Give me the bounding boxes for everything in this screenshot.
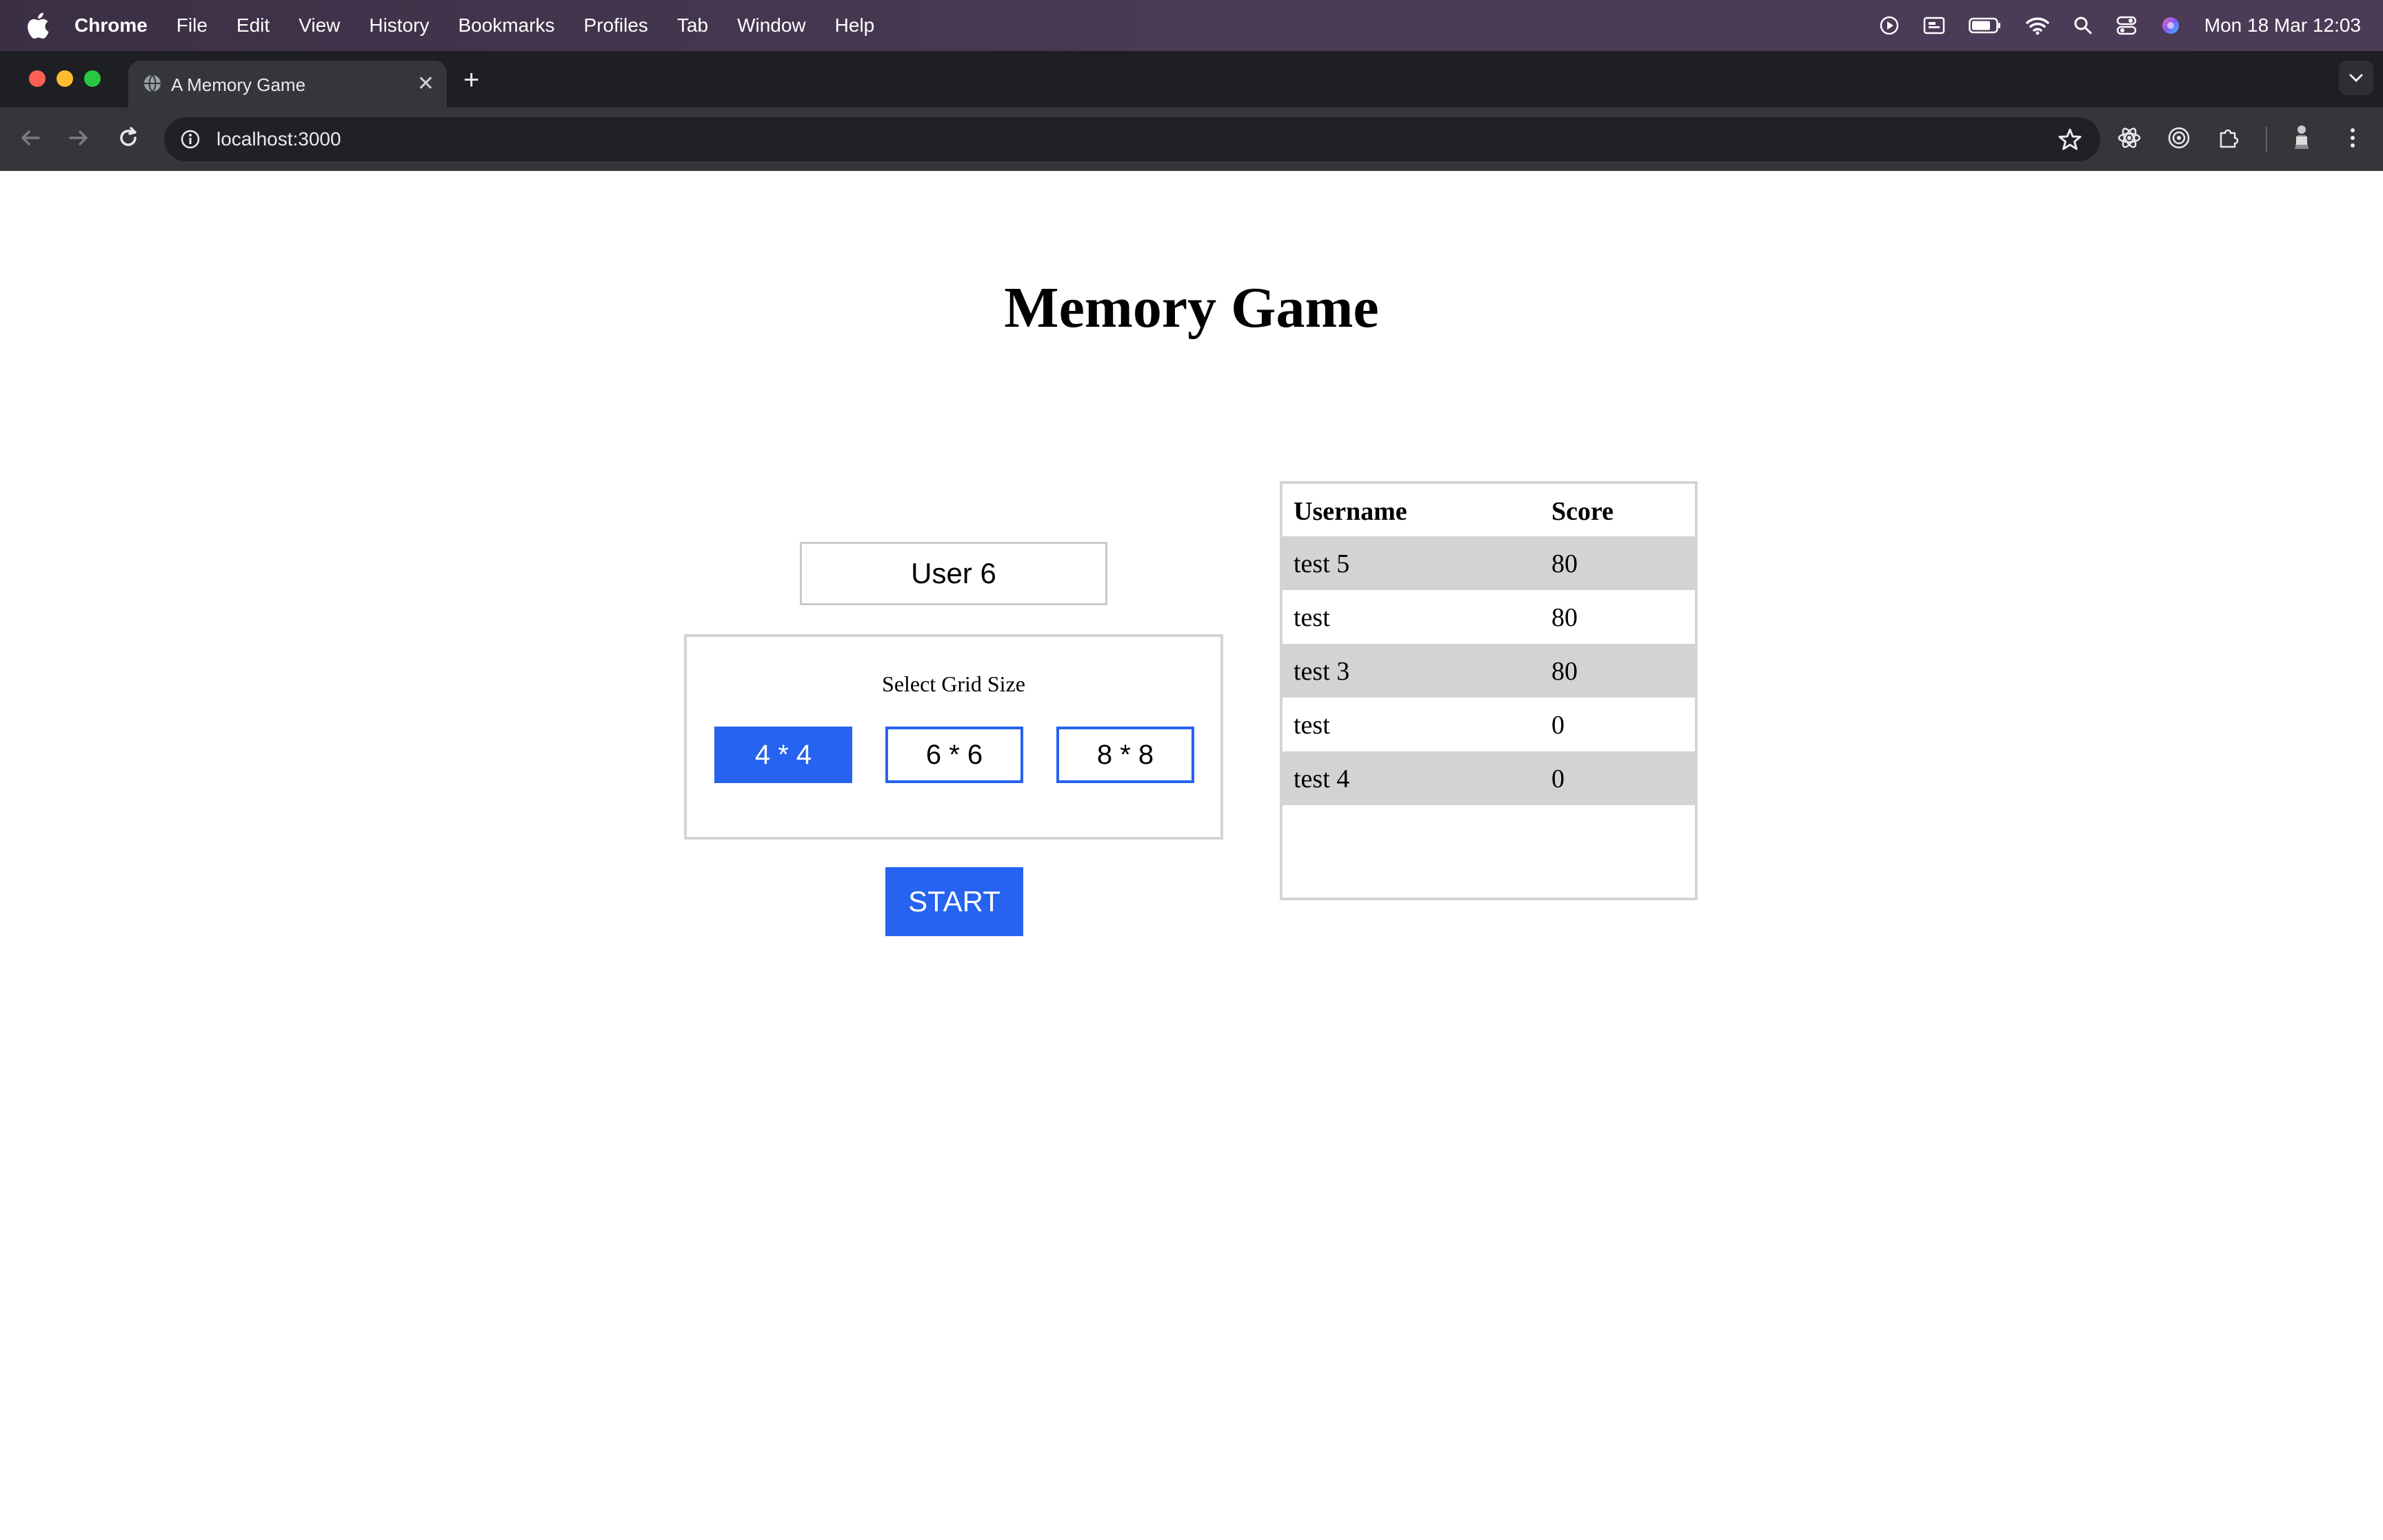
menu-view[interactable]: View bbox=[299, 14, 340, 37]
siri-icon[interactable] bbox=[2160, 15, 2181, 36]
window-close-button[interactable] bbox=[29, 70, 46, 87]
more-options-icon[interactable] bbox=[2343, 125, 2362, 154]
bookmark-star-icon[interactable] bbox=[2058, 127, 2082, 156]
menu-tab[interactable]: Tab bbox=[677, 14, 708, 37]
tab-close-icon[interactable]: ✕ bbox=[417, 72, 434, 96]
row-score: 0 bbox=[1551, 711, 1565, 740]
back-arrow-icon[interactable] bbox=[18, 125, 43, 154]
media-play-icon[interactable] bbox=[1879, 15, 1900, 36]
table-row: test 3 80 bbox=[1283, 644, 1695, 698]
table-row: test 80 bbox=[1283, 590, 1695, 644]
react-devtools-icon[interactable] bbox=[2117, 125, 2142, 154]
start-button[interactable]: START bbox=[885, 867, 1023, 936]
address-bar[interactable]: localhost:3000 bbox=[164, 117, 2100, 161]
target-extension-icon[interactable] bbox=[2166, 125, 2191, 154]
menu-bar: Chrome File Edit View History Bookmarks … bbox=[0, 0, 2383, 51]
page-viewport: Memory Game Select Grid Size 4 * 4 6 * 6… bbox=[0, 171, 2383, 1540]
forward-arrow-icon[interactable] bbox=[66, 125, 91, 154]
menu-window[interactable]: Window bbox=[737, 14, 806, 37]
score-header: Score bbox=[1551, 497, 1614, 526]
apple-logo-icon[interactable] bbox=[26, 12, 50, 39]
browser-toolbar: localhost:3000 bbox=[0, 108, 2383, 171]
table-row: test 5 80 bbox=[1283, 536, 1695, 590]
row-username: test bbox=[1294, 603, 1330, 632]
site-info-icon[interactable] bbox=[179, 128, 201, 155]
display-icon[interactable] bbox=[1923, 17, 1945, 34]
row-username: test 4 bbox=[1294, 764, 1350, 793]
reload-icon[interactable] bbox=[116, 125, 141, 154]
page-title: Memory Game bbox=[1004, 276, 1379, 340]
table-row: test 4 0 bbox=[1283, 751, 1695, 805]
window-zoom-button[interactable] bbox=[84, 70, 101, 87]
menu-profiles[interactable]: Profiles bbox=[584, 14, 648, 37]
control-center-icon[interactable] bbox=[2116, 16, 2137, 35]
menu-edit[interactable]: Edit bbox=[237, 14, 270, 37]
row-username: test 5 bbox=[1294, 549, 1350, 578]
row-score: 80 bbox=[1551, 549, 1578, 578]
url-text[interactable]: localhost:3000 bbox=[217, 128, 341, 150]
tab-title: A Memory Game bbox=[171, 74, 306, 95]
row-score: 0 bbox=[1551, 764, 1565, 793]
grid-6x6-button[interactable]: 6 * 6 bbox=[885, 727, 1023, 783]
menu-file[interactable]: File bbox=[177, 14, 208, 37]
username-header: Username bbox=[1294, 497, 1407, 526]
new-tab-icon[interactable]: + bbox=[463, 65, 479, 96]
menu-help[interactable]: Help bbox=[835, 14, 875, 37]
username-field[interactable] bbox=[800, 542, 1107, 605]
extensions-puzzle-icon[interactable] bbox=[2216, 125, 2241, 154]
menu-clock[interactable]: Mon 18 Mar 12:03 bbox=[2204, 14, 2361, 37]
tab-strip: A Memory Game ✕ + bbox=[0, 51, 2383, 108]
row-username: test 3 bbox=[1294, 657, 1350, 686]
profile-avatar[interactable] bbox=[2288, 123, 2315, 155]
grid-size-label: Select Grid Size bbox=[882, 671, 1025, 696]
row-username: test bbox=[1294, 711, 1330, 740]
menu-bookmarks[interactable]: Bookmarks bbox=[458, 14, 554, 37]
grid-size-panel: Select Grid Size 4 * 4 6 * 6 8 * 8 bbox=[684, 634, 1223, 840]
menu-history[interactable]: History bbox=[369, 14, 429, 37]
toolbar-divider bbox=[2266, 127, 2267, 152]
table-header-row: Username Score bbox=[1283, 484, 1695, 536]
menu-app-name[interactable]: Chrome bbox=[74, 14, 148, 37]
globe-icon bbox=[142, 73, 163, 99]
tab-search-button[interactable] bbox=[2339, 61, 2373, 95]
wifi-icon[interactable] bbox=[2025, 16, 2050, 35]
leaderboard-table: Username Score test 5 80 test 80 test 3 … bbox=[1280, 481, 1698, 900]
grid-4x4-button[interactable]: 4 * 4 bbox=[714, 727, 852, 783]
grid-8x8-button[interactable]: 8 * 8 bbox=[1056, 727, 1194, 783]
browser-tab[interactable]: A Memory Game ✕ bbox=[128, 61, 447, 108]
chevron-down-icon bbox=[2349, 74, 2363, 83]
window-minimize-button[interactable] bbox=[57, 70, 73, 87]
row-score: 80 bbox=[1551, 603, 1578, 632]
battery-icon[interactable] bbox=[1969, 17, 2002, 34]
spotlight-search-icon[interactable] bbox=[2073, 16, 2093, 35]
table-row: test 0 bbox=[1283, 698, 1695, 751]
row-score: 80 bbox=[1551, 657, 1578, 686]
